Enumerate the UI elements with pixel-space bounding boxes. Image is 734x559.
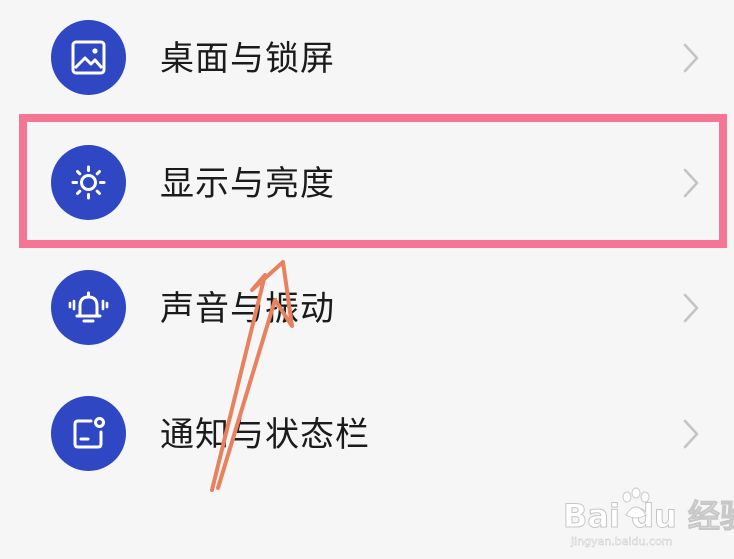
settings-item-label: 通知与状态栏 xyxy=(160,415,370,455)
settings-item-desktop-lockscreen[interactable]: 桌面与锁屏 xyxy=(0,0,734,120)
chevron-right-icon xyxy=(683,419,699,449)
notification-icon xyxy=(51,396,126,471)
chevron-right-icon xyxy=(683,168,699,198)
sun-icon xyxy=(51,145,126,220)
settings-item-label: 桌面与锁屏 xyxy=(160,39,335,79)
bell-vibrate-icon xyxy=(51,270,126,345)
image-icon xyxy=(51,20,126,95)
settings-item-notification-statusbar[interactable]: 通知与状态栏 xyxy=(0,372,734,496)
settings-item-label: 声音与振动 xyxy=(160,289,335,329)
settings-item-label: 显示与亮度 xyxy=(160,164,335,204)
chevron-right-icon xyxy=(683,43,699,73)
chevron-right-icon xyxy=(683,293,699,323)
settings-item-display-brightness[interactable]: 显示与亮度 xyxy=(0,121,734,245)
settings-item-sound-vibration[interactable]: 声音与振动 xyxy=(0,246,734,370)
settings-list: 桌面与锁屏 显示与亮度 声音与振动 通知与状态栏 xyxy=(0,0,734,559)
